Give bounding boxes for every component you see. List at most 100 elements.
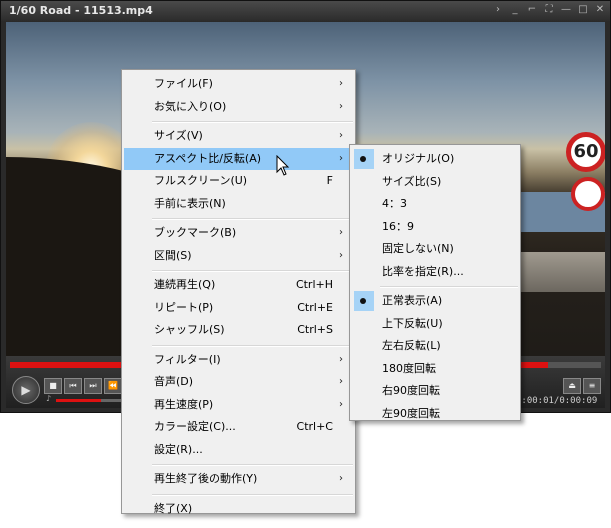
main-menu-item-18[interactable]: カラー設定(C)... Ctrl+C — [124, 416, 353, 438]
menu-item-label: 180度回転 — [382, 361, 436, 375]
menu-item-shortcut: Ctrl+H — [295, 278, 333, 291]
menu-separator — [152, 493, 353, 496]
aspect-submenu-item-9[interactable]: 左右反転(L) — [352, 335, 518, 357]
aspect-submenu-item-12[interactable]: 左90度回転 — [352, 403, 518, 425]
maximize-icon[interactable]: □ — [576, 3, 590, 17]
playlist-button[interactable]: ≡ — [583, 378, 601, 394]
main-menu-item-3[interactable]: サイズ(V) › — [124, 125, 353, 147]
menu-item-label: 4：3 — [382, 197, 407, 210]
play-button[interactable]: ▶ — [12, 376, 40, 404]
menu-item-label: 終了(X) — [154, 501, 193, 515]
aspect-submenu-item-8[interactable]: 上下反転(U) — [352, 313, 518, 335]
menu-item-label: 音声(D) — [154, 375, 194, 388]
submenu-arrow-icon: › — [339, 100, 343, 112]
menu-item-label: 手前に表示(N) — [154, 196, 226, 210]
main-menu-item-9[interactable]: 区間(S) › — [124, 245, 353, 267]
pin-icon[interactable]: ⌐ — [525, 3, 539, 17]
main-menu-item-23[interactable]: 終了(X) — [124, 498, 353, 520]
submenu-arrow-icon: › — [339, 130, 343, 141]
title-bar[interactable]: 1/60 Road - 11513.mp4 › _ ⌐ ⛶ — □ ✕ — [1, 1, 610, 21]
aspect-submenu-item-5[interactable]: 比率を指定(R)... — [352, 261, 518, 283]
menu-item-label: 再生終了後の動作(Y) — [154, 472, 258, 485]
main-menu-item-16[interactable]: 音声(D) › — [124, 371, 353, 393]
menu-item-label: 比率を指定(R)... — [382, 264, 464, 278]
menu-item-label: ブックマーク(B) — [154, 226, 237, 239]
menu-item-label: オリジナル(O) — [382, 152, 455, 165]
minimize-tray-icon[interactable]: _ — [508, 3, 522, 17]
context-menu: ファイル(F) › お気に入り(O) › サイズ(V) › アスペクト比/反転(A) › フルス… — [121, 69, 356, 515]
menu-item-label: 右90度回転 — [382, 384, 440, 397]
menu-item-label: フィルター(I) — [154, 352, 221, 366]
menu-item-label: アスペクト比/反転(A) — [154, 151, 262, 165]
menu-item-shortcut: F — [326, 174, 333, 187]
aspect-submenu-item-4[interactable]: 固定しない(N) — [352, 238, 518, 260]
menu-item-label: 16：9 — [382, 219, 414, 233]
window-title: 1/60 Road - 11513.mp4 — [9, 4, 153, 17]
volume-slider[interactable] — [56, 399, 101, 402]
menu-separator — [380, 286, 518, 288]
menu-item-label: カラー設定(C)... — [154, 420, 236, 433]
eject-button[interactable]: ⏏ — [563, 378, 581, 394]
submenu-arrow-icon: › — [339, 398, 343, 410]
fullscreen-icon[interactable]: ⛶ — [542, 3, 556, 17]
menu-item-shortcut: Ctrl+S — [297, 323, 333, 336]
main-menu-item-6[interactable]: 手前に表示(N) — [124, 193, 353, 215]
menu-item-shortcut: Ctrl+C — [296, 420, 333, 433]
close-icon[interactable]: ✕ — [593, 3, 607, 17]
aspect-submenu-item-0[interactable]: オリジナル(O) — [352, 148, 518, 170]
submenu-arrow-icon: › — [339, 473, 343, 484]
submenu-arrow-icon: › — [339, 227, 343, 238]
menu-separator — [152, 344, 353, 347]
aspect-submenu-item-7[interactable]: 正常表示(A) — [352, 290, 518, 312]
aspect-submenu-item-10[interactable]: 180度回転 — [352, 358, 518, 380]
menu-item-label: シャッフル(S) — [154, 323, 225, 336]
submenu-arrow-icon: › — [339, 78, 343, 89]
volume-icon: ♪ — [46, 394, 52, 403]
main-menu-item-12[interactable]: リピート(P) Ctrl+E — [124, 297, 353, 319]
menu-separator — [152, 464, 353, 466]
submenu-arrow-icon: › — [339, 152, 343, 164]
next-icon[interactable]: › — [491, 3, 505, 17]
menu-item-label: 左右反転(L) — [382, 339, 441, 352]
rewind-button[interactable]: ⏪ — [104, 378, 122, 394]
menu-item-label: 連続再生(Q) — [154, 278, 216, 291]
aspect-submenu-item-11[interactable]: 右90度回転 — [352, 380, 518, 402]
main-menu-item-19[interactable]: 設定(R)... — [124, 439, 353, 461]
main-menu-item-8[interactable]: ブックマーク(B) › — [124, 222, 353, 244]
aspect-submenu-item-3[interactable]: 16：9 — [352, 216, 518, 238]
radio-dot-icon — [360, 156, 366, 162]
menu-separator — [152, 121, 353, 123]
menu-separator — [152, 270, 353, 272]
menu-item-shortcut: Ctrl+E — [297, 300, 333, 314]
main-menu-item-21[interactable]: 再生終了後の動作(Y) › — [124, 468, 353, 490]
main-menu-item-1[interactable]: お気に入り(O) › — [124, 96, 353, 118]
main-menu-item-11[interactable]: 連続再生(Q) Ctrl+H — [124, 274, 353, 296]
next-button[interactable]: ⏭ — [84, 378, 102, 394]
aspect-submenu: オリジナル(O) サイズ比(S) 4：3 16：9 固定しない(N) 比率を指定(R)..… — [349, 144, 521, 421]
menu-item-label: 左90度回転 — [382, 406, 440, 420]
menu-item-label: サイズ比(S) — [382, 174, 442, 188]
menu-item-label: お気に入り(O) — [154, 99, 227, 113]
aspect-submenu-item-1[interactable]: サイズ比(S) — [352, 171, 518, 193]
minimize-icon[interactable]: — — [559, 3, 573, 17]
aspect-submenu-item-2[interactable]: 4：3 — [352, 193, 518, 215]
mouse-cursor-icon — [276, 155, 290, 176]
main-menu-item-4[interactable]: アスペクト比/反転(A) › — [124, 147, 353, 170]
menu-item-label: 設定(R)... — [154, 442, 203, 456]
menu-item-label: 上下反転(U) — [382, 316, 443, 330]
stop-button[interactable]: ■ — [44, 378, 62, 394]
seek-bar-remaining[interactable] — [548, 362, 601, 368]
menu-item-label: サイズ(V) — [154, 129, 203, 142]
menu-item-label: 再生速度(P) — [154, 397, 214, 411]
main-menu-item-17[interactable]: 再生速度(P) › — [124, 394, 353, 416]
submenu-arrow-icon: › — [339, 376, 343, 387]
speed-sign: 60 — [566, 132, 605, 172]
main-menu-item-0[interactable]: ファイル(F) › — [124, 73, 353, 95]
main-menu-item-5[interactable]: フルスクリーン(U) F — [124, 170, 353, 192]
menu-separator — [152, 218, 353, 220]
previous-button[interactable]: ⏮ — [64, 378, 82, 394]
no-overtaking-sign — [571, 177, 605, 211]
main-menu-item-15[interactable]: フィルター(I) › — [124, 349, 353, 371]
menu-item-label: 固定しない(N) — [382, 242, 454, 255]
main-menu-item-13[interactable]: シャッフル(S) Ctrl+S — [124, 319, 353, 341]
